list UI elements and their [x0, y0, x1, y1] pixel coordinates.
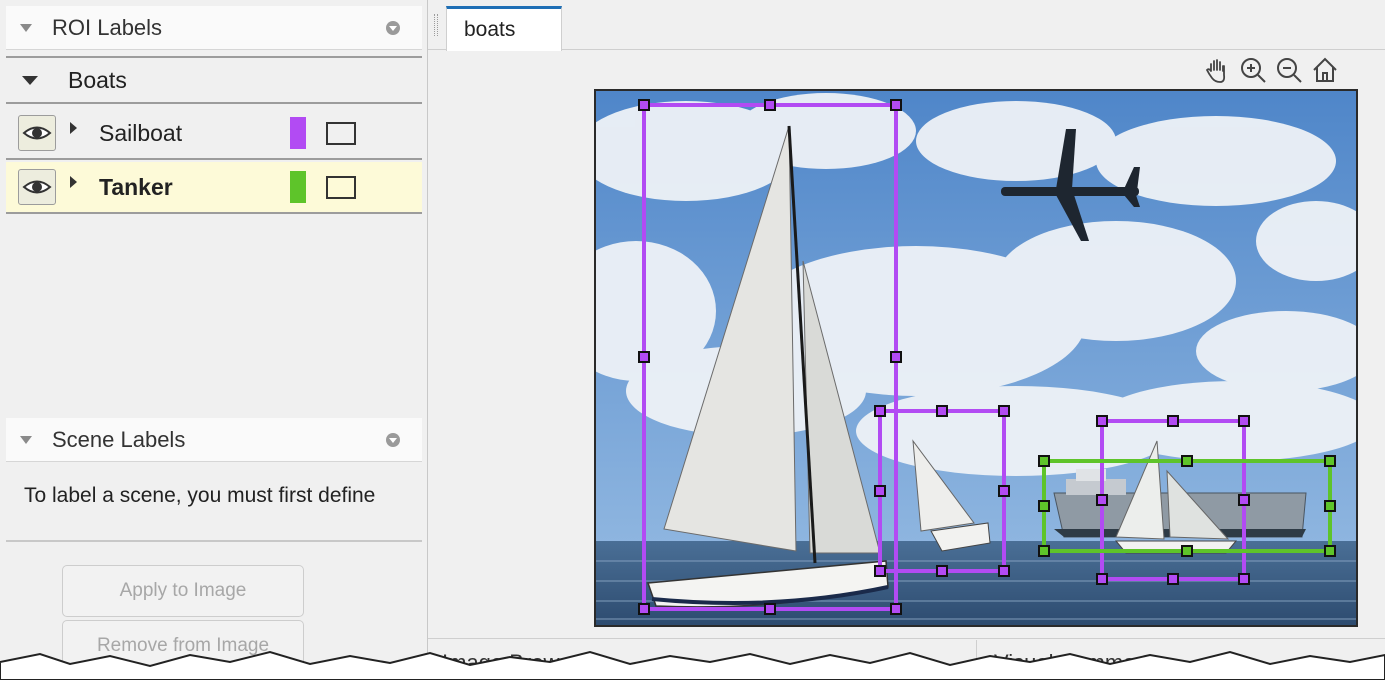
drag-grip-icon[interactable] — [434, 14, 438, 36]
document-tabstrip: boats — [428, 0, 1385, 51]
scene-labels-title: Scene Labels — [52, 426, 186, 452]
scene-labels-message: To label a scene, you must first define — [24, 484, 376, 507]
label-group-boats[interactable]: Boats — [6, 56, 422, 104]
zoom-out-icon[interactable] — [1274, 55, 1304, 85]
label-row-tanker[interactable]: Tanker — [6, 162, 422, 214]
roi-labels-title: ROI Labels — [52, 14, 163, 40]
pane-divider — [976, 640, 977, 680]
collapse-icon[interactable] — [20, 435, 32, 444]
visual-summary-title[interactable]: Visual Summary — [994, 650, 1154, 676]
expand-group-icon[interactable] — [22, 75, 38, 85]
divider — [6, 540, 422, 542]
visibility-eye-icon[interactable] — [18, 115, 56, 151]
expand-sublabel-icon[interactable] — [70, 176, 77, 188]
image-display-panel: boats Image Browser Visual Summary — [428, 0, 1385, 680]
group-name: Boats — [68, 66, 127, 93]
zoom-in-icon[interactable] — [1238, 55, 1268, 85]
rectangle-roi-icon — [326, 175, 356, 199]
collapse-icon[interactable] — [20, 23, 32, 32]
pan-icon[interactable] — [1202, 55, 1232, 85]
label-name: Tanker — [99, 173, 173, 200]
tab-boats[interactable]: boats — [446, 6, 562, 51]
rectangle-roi-icon — [326, 121, 356, 145]
home-icon[interactable] — [1310, 55, 1340, 85]
image-viewer[interactable] — [594, 89, 1358, 627]
panel-options-icon[interactable] — [386, 21, 400, 35]
label-color-swatch[interactable] — [290, 171, 306, 203]
expand-sublabel-icon[interactable] — [70, 122, 77, 134]
roi-labels-header[interactable]: ROI Labels — [6, 6, 422, 50]
visibility-eye-icon[interactable] — [18, 169, 56, 205]
apply-to-image-button[interactable]: Apply to Image — [62, 565, 304, 617]
axes-toolbar — [1202, 55, 1340, 87]
scene-labels-header[interactable]: Scene Labels — [6, 418, 422, 462]
label-definition-panel: ROI Labels Boats Sailboat Tanker Scene L… — [0, 0, 428, 680]
label-name: Sailboat — [99, 119, 183, 146]
boats-image[interactable] — [596, 91, 1358, 627]
label-row-sailboat[interactable]: Sailboat — [6, 108, 422, 160]
image-browser-title[interactable]: Image Browser — [442, 650, 590, 676]
panel-options-icon[interactable] — [386, 433, 400, 447]
label-color-swatch[interactable] — [290, 117, 306, 149]
remove-from-image-button[interactable]: Remove from Image — [62, 620, 304, 672]
